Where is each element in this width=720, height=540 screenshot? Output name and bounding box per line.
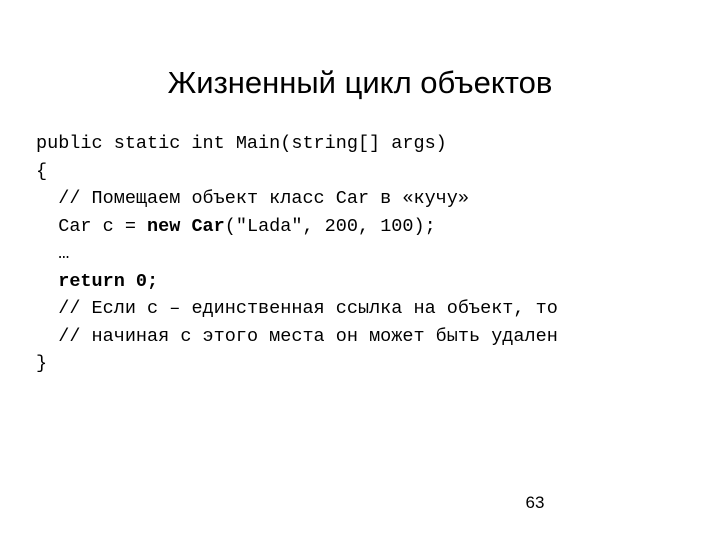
code-line: public static int Main(string[] args): [36, 130, 684, 158]
code-block: public static int Main(string[] args) { /…: [36, 130, 684, 378]
code-line: …: [36, 240, 684, 268]
code-text: }: [36, 353, 48, 374]
code-text: // Помещаем объект класс Car в «кучу»: [58, 188, 469, 209]
page-title: Жизненный цикл объектов: [167, 64, 553, 100]
code-line: // Если c – единственная ссылка на объек…: [36, 295, 684, 323]
code-text: …: [58, 243, 70, 264]
code-line: // Помещаем объект класс Car в «кучу»: [36, 185, 684, 213]
code-text: {: [36, 160, 48, 182]
code-line: // начиная с этого места он может быть у…: [36, 323, 684, 351]
code-keyword: new Car: [147, 215, 225, 237]
code-text: Car c =: [58, 215, 148, 237]
code-keyword: return 0;: [58, 270, 159, 292]
code-text: ("Lada", 200, 100);: [224, 215, 436, 237]
slide-canvas: Жизненный цикл объектов public static in…: [0, 0, 720, 540]
code-text: public static int Main(string[] args): [36, 133, 447, 154]
code-text: // Если c – единственная ссылка на объек…: [58, 298, 558, 319]
code-line: {: [36, 158, 684, 186]
code-text: // начиная с этого места он может быть у…: [58, 325, 558, 347]
code-line: }: [36, 350, 684, 378]
page-number: 63: [525, 493, 545, 512]
code-line: return 0;: [36, 268, 684, 296]
code-line: Car c = new Car("Lada", 200, 100);: [36, 213, 684, 241]
